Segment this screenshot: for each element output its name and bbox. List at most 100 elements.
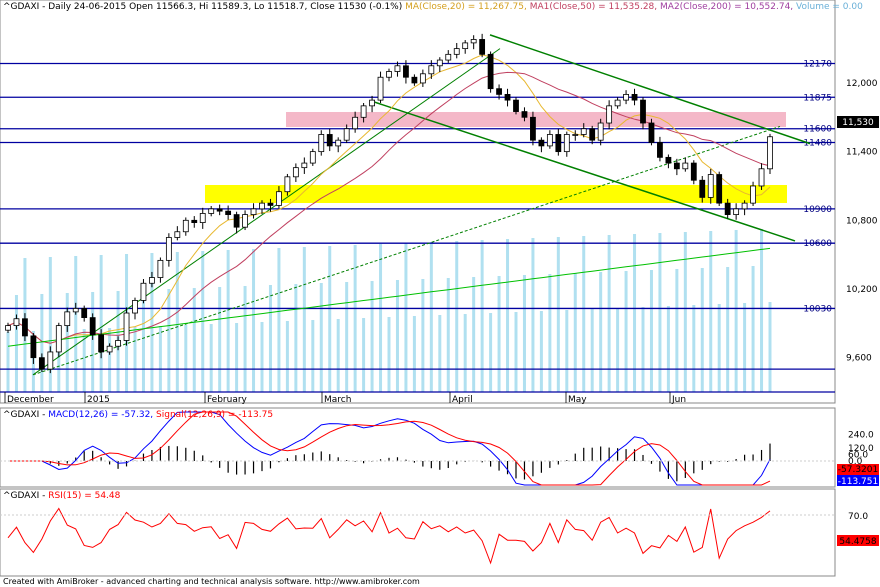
- candle-body: [72, 308, 79, 313]
- candle-body: [106, 345, 113, 353]
- level-label: 11600: [803, 125, 832, 135]
- candle-body: [496, 88, 502, 95]
- volume-bar: [514, 312, 518, 392]
- candle-body: [487, 53, 494, 90]
- candle-body: [13, 318, 20, 327]
- candle-body: [64, 311, 71, 327]
- month-label: February: [207, 395, 248, 405]
- candle-body: [208, 208, 215, 214]
- candle-body: [199, 213, 206, 223]
- volume-bar: [328, 246, 332, 392]
- candle-body: [301, 162, 308, 169]
- candle-body: [267, 202, 274, 206]
- candle-body: [292, 167, 299, 178]
- candle-body: [47, 351, 54, 370]
- macd-header: ^GDAXI - MACD(12,26) = -57.32, Signal(12…: [3, 410, 273, 420]
- volume-bar: [548, 274, 552, 392]
- volume-bar: [616, 308, 620, 392]
- level-label: 10030: [803, 304, 832, 314]
- candle-body: [242, 214, 248, 228]
- candle-body: [597, 122, 604, 141]
- candle-body: [352, 116, 359, 130]
- volume-bar: [709, 231, 713, 392]
- candle-body: [98, 334, 105, 353]
- candle-body: [699, 179, 706, 198]
- volume-bar: [141, 290, 145, 392]
- candle-body: [758, 168, 765, 187]
- candle-body: [530, 116, 536, 141]
- candle-body: [55, 325, 62, 353]
- volume-bar: [734, 230, 738, 392]
- volume-bar: [666, 306, 670, 392]
- month-label: 2015: [87, 395, 110, 405]
- volume-bar: [218, 287, 222, 392]
- candle-body: [335, 139, 342, 147]
- candle-body: [580, 128, 587, 135]
- price-header: ^GDAXI - Daily 24-06-2015 Open 11566.3, …: [3, 2, 863, 12]
- month-label: December: [7, 395, 54, 405]
- candle-body: [115, 340, 121, 347]
- candle-body: [546, 134, 553, 147]
- volume-bar: [285, 321, 289, 392]
- candle-body: [606, 105, 613, 124]
- volume-bar: [438, 315, 442, 392]
- candle-body: [259, 202, 265, 210]
- candle-body: [149, 277, 155, 284]
- candle-body: [276, 191, 282, 206]
- volume-bar: [717, 304, 721, 392]
- candle-body: [733, 208, 740, 215]
- candle-body: [386, 71, 392, 78]
- volume-bar: [370, 281, 374, 392]
- candle-body: [225, 210, 232, 215]
- volume-bar: [362, 318, 366, 392]
- candle-body: [640, 99, 646, 124]
- volume-bar: [243, 286, 247, 392]
- candle-body: [318, 134, 325, 153]
- candle-body: [22, 318, 28, 337]
- candle-body: [30, 335, 37, 359]
- month-label: May: [568, 395, 587, 405]
- rsi-value-label: 54.4758: [839, 537, 876, 547]
- volume-bar: [472, 277, 476, 392]
- candle-body: [38, 357, 45, 370]
- volume-bar: [489, 313, 493, 392]
- candle-body: [614, 99, 621, 107]
- price-tick: 12,000: [846, 79, 878, 89]
- volume-bar: [463, 314, 467, 392]
- candle-body: [216, 208, 223, 212]
- candle-body: [233, 214, 240, 228]
- candle-body: [343, 128, 350, 141]
- volume-bar: [158, 326, 162, 392]
- volume-bar: [700, 268, 704, 392]
- volume-bar: [133, 327, 137, 392]
- candle-body: [682, 162, 689, 170]
- volume-bar: [345, 282, 349, 392]
- candle-body: [707, 174, 714, 198]
- volume-bar: [649, 270, 653, 392]
- candle-body: [690, 162, 697, 181]
- candle-body: [563, 134, 570, 153]
- candle-body: [462, 42, 469, 50]
- candle-body: [648, 122, 655, 143]
- volume-bar: [108, 328, 112, 392]
- candle-body: [665, 156, 672, 164]
- candle-body: [5, 325, 11, 331]
- candle-body: [589, 128, 596, 141]
- volume-bar: [522, 275, 526, 392]
- candle-body: [182, 219, 189, 233]
- candle-body: [538, 139, 545, 147]
- candle-body: [428, 65, 435, 75]
- volume-bar: [209, 324, 213, 392]
- macd-y-axis: 240.0120.060.00.0: [848, 431, 874, 467]
- rsi-header: ^GDAXI - RSI(15) = 54.48: [3, 491, 121, 501]
- volume-bar: [675, 269, 679, 392]
- candle-body: [724, 202, 731, 215]
- volume-bar: [658, 233, 662, 392]
- candle-body: [419, 73, 426, 84]
- candle-body: [89, 317, 96, 336]
- volume-bar: [497, 276, 501, 392]
- volume-bar: [74, 256, 78, 392]
- volume-bar: [387, 317, 391, 392]
- rsi-tick-70: 70.0: [848, 512, 868, 522]
- candle-body: [631, 94, 638, 101]
